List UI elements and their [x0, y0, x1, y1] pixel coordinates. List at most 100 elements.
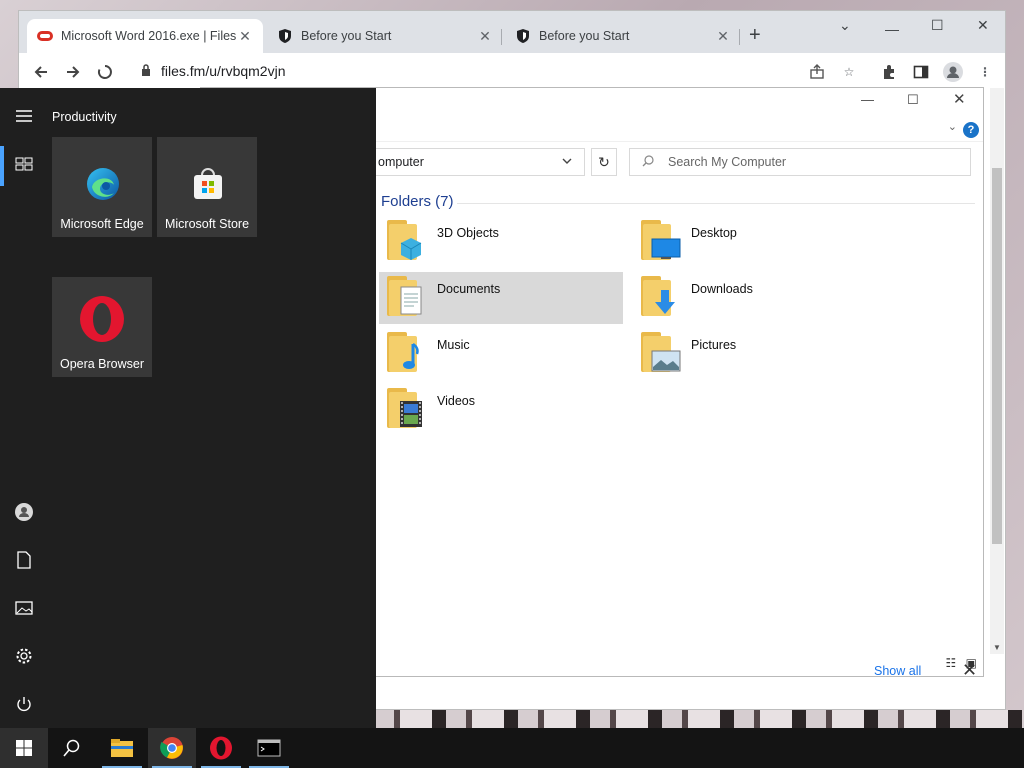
- tile-opera-browser[interactable]: Opera Browser: [52, 277, 152, 377]
- folder-music[interactable]: Music: [379, 328, 623, 380]
- explorer-minimize-button[interactable]: —: [861, 92, 874, 107]
- start-rail: [0, 88, 48, 728]
- download-bar-close-icon[interactable]: ✕: [962, 660, 977, 681]
- folder-name: Desktop: [691, 226, 737, 240]
- maximize-button[interactable]: ☐: [931, 17, 944, 34]
- pictures-folder-icon: [641, 328, 685, 376]
- documents-icon[interactable]: [14, 550, 34, 570]
- browser-toolbar: files.fm/u/rvbqm2vjn ☆ ⋮: [19, 53, 1005, 91]
- explorer-maximize-button[interactable]: ☐: [907, 92, 919, 108]
- menu-kebab-icon[interactable]: ⋮: [975, 62, 995, 82]
- tab-separator: [739, 29, 740, 45]
- help-icon[interactable]: ?: [963, 122, 979, 138]
- search-placeholder: Search My Computer: [668, 155, 787, 169]
- tab-before-you-start-1[interactable]: Before you Start ✕: [267, 19, 503, 53]
- file-explorer-icon: [111, 739, 133, 757]
- folder-videos[interactable]: Videos: [379, 384, 623, 436]
- tile-microsoft-store[interactable]: Microsoft Store: [157, 137, 257, 237]
- extensions-icon[interactable]: [879, 62, 899, 82]
- folder-name: Music: [437, 338, 470, 352]
- details-view-icon[interactable]: ☷: [946, 656, 957, 670]
- folder-name: Videos: [437, 394, 475, 408]
- folder-3d-objects[interactable]: 3D Objects: [379, 216, 623, 268]
- settings-gear-icon[interactable]: [14, 646, 34, 666]
- lock-icon: [141, 63, 151, 79]
- back-button[interactable]: [31, 62, 51, 82]
- url-text: files.fm/u/rvbqm2vjn: [161, 63, 286, 79]
- folder-name: 3D Objects: [437, 226, 499, 240]
- show-all-downloads-link[interactable]: Show all: [874, 664, 921, 678]
- pictures-icon[interactable]: [14, 598, 34, 618]
- shield-icon: [515, 28, 531, 44]
- tab-before-you-start-2[interactable]: Before you Start ✕: [505, 19, 741, 53]
- music-folder-icon: [387, 328, 431, 376]
- page-scrollbar[interactable]: ▼: [990, 88, 1004, 654]
- taskbar-opera[interactable]: [197, 728, 245, 768]
- folder-name: Documents: [437, 282, 501, 296]
- tab-close-icon[interactable]: ✕: [237, 28, 253, 45]
- tab-strip: Microsoft Word 2016.exe | Files.f ✕ Befo…: [19, 11, 1005, 53]
- 3d-objects-folder-icon: [387, 216, 431, 264]
- tile-microsoft-edge[interactable]: Microsoft Edge: [52, 137, 152, 237]
- opera-icon: [78, 295, 126, 343]
- tab-title: Before you Start: [539, 29, 630, 43]
- bookmark-star-icon[interactable]: ☆: [839, 62, 859, 82]
- search-button[interactable]: [48, 728, 96, 768]
- files-fm-favicon-icon: [37, 28, 53, 44]
- chevron-down-icon[interactable]: [562, 156, 572, 167]
- opera-icon: [210, 736, 232, 760]
- explorer-close-button[interactable]: ✕: [953, 90, 966, 108]
- store-icon: [191, 167, 225, 201]
- folder-documents[interactable]: Documents: [379, 272, 623, 324]
- active-indicator: [0, 146, 4, 186]
- user-account-icon[interactable]: [14, 502, 34, 522]
- tab-search-icon[interactable]: ⌄: [839, 17, 851, 34]
- tile-label: Opera Browser: [59, 357, 145, 371]
- profile-avatar-icon[interactable]: [943, 62, 963, 82]
- folder-name: Pictures: [691, 338, 737, 352]
- taskbar-terminal[interactable]: [245, 728, 293, 768]
- terminal-icon: [257, 739, 281, 757]
- folder-downloads[interactable]: Downloads: [633, 272, 877, 324]
- taskbar-file-explorer[interactable]: [98, 728, 146, 768]
- search-icon: [642, 154, 654, 170]
- hamburger-menu-icon[interactable]: [14, 106, 34, 126]
- folder-name: Downloads: [691, 282, 753, 296]
- folder-pictures[interactable]: Pictures: [633, 328, 877, 380]
- tab-close-icon[interactable]: ✕: [477, 28, 493, 45]
- side-panel-icon[interactable]: [911, 62, 931, 82]
- tab-separator: [501, 29, 502, 45]
- folder-desktop[interactable]: Desktop: [633, 216, 877, 268]
- power-icon[interactable]: [14, 694, 34, 714]
- edge-icon: [86, 167, 120, 201]
- taskbar-chrome[interactable]: [148, 728, 196, 768]
- chrome-icon: [160, 737, 183, 759]
- scrollbar-thumb[interactable]: [992, 168, 1002, 544]
- tiles-view-icon[interactable]: [14, 154, 34, 174]
- forward-button[interactable]: [63, 62, 83, 82]
- taskbar: [0, 728, 1024, 768]
- tab-close-icon[interactable]: ✕: [715, 28, 731, 45]
- scroll-down-arrow-icon[interactable]: ▼: [993, 643, 1001, 652]
- address-bar[interactable]: files.fm/u/rvbqm2vjn: [129, 57, 859, 85]
- close-button[interactable]: ✕: [977, 17, 989, 34]
- new-tab-button[interactable]: +: [749, 25, 761, 45]
- desktop-folder-icon: [641, 216, 685, 264]
- tile-label: Microsoft Edge: [60, 217, 144, 231]
- tab-title: Microsoft Word 2016.exe | Files.f: [61, 29, 237, 43]
- tile-group-title[interactable]: Productivity: [52, 110, 117, 124]
- refresh-button[interactable]: ↻: [591, 148, 617, 176]
- search-input[interactable]: Search My Computer: [629, 148, 971, 176]
- loading-spinner-icon[interactable]: [95, 62, 115, 82]
- group-divider: [457, 203, 975, 204]
- minimize-button[interactable]: —: [885, 21, 899, 37]
- ribbon-expand-icon[interactable]: ⌄: [948, 120, 957, 133]
- windows-logo-icon: [16, 740, 32, 756]
- folders-group-header[interactable]: Folders (7): [381, 193, 454, 210]
- videos-folder-icon: [387, 384, 431, 432]
- tab-files-fm[interactable]: Microsoft Word 2016.exe | Files.f ✕: [27, 19, 263, 53]
- start-menu: Productivity Microsoft Edge Microsoft St…: [0, 88, 376, 728]
- share-icon[interactable]: [807, 62, 827, 82]
- start-button[interactable]: [0, 728, 48, 768]
- search-icon: [63, 739, 80, 757]
